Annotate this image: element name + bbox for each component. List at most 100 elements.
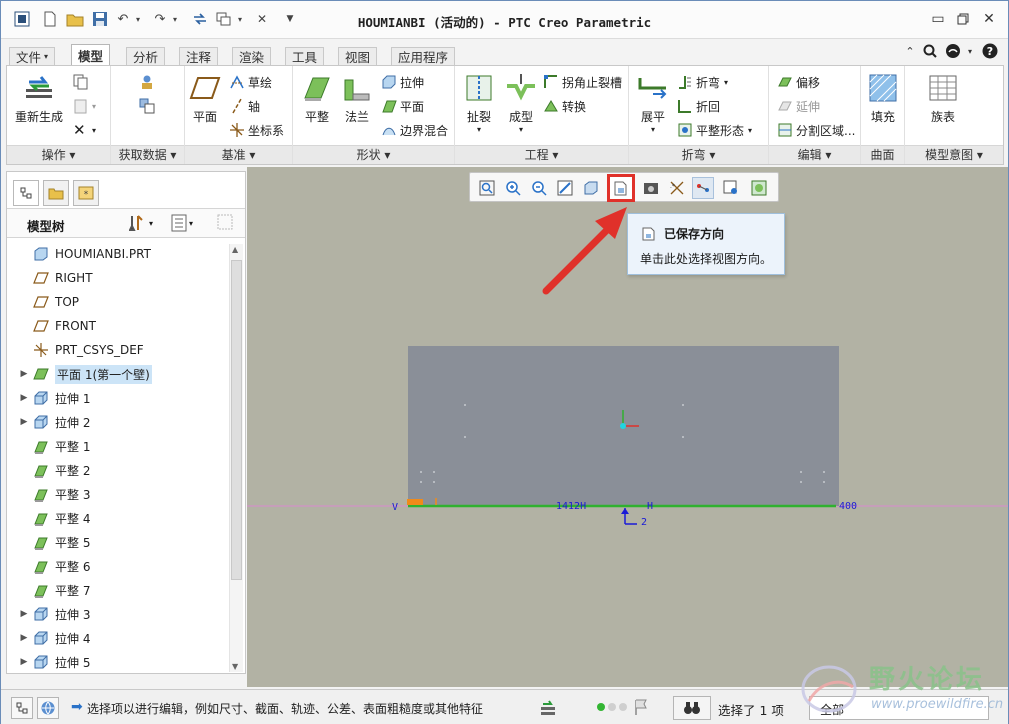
tree-item[interactable]: ▶ 拉伸 1 (19, 386, 90, 410)
group-label-datum[interactable]: 基准 ▾ (185, 145, 292, 164)
close-icon[interactable]: ✕ (978, 9, 1000, 29)
tree-item[interactable]: TOP (19, 290, 79, 314)
tree-item[interactable]: 平整 3 (19, 482, 90, 506)
user-defined-feature-button[interactable] (139, 72, 158, 92)
show-navigator-button[interactable] (11, 697, 33, 719)
find-button[interactable] (673, 696, 711, 720)
group-label-bends[interactable]: 折弯 ▾ (629, 145, 768, 164)
tree-item[interactable]: 平整 7 (19, 578, 90, 602)
tab-render[interactable]: 渲染 (232, 47, 272, 65)
tree-item[interactable]: ▶ 拉伸 2 (19, 410, 90, 434)
scroll-up-icon[interactable]: ▲ (232, 245, 238, 254)
annotation-display-button[interactable] (692, 177, 714, 199)
delete-button[interactable]: ✕ ▾ (73, 120, 96, 140)
group-label-operations[interactable]: 操作 ▾ (7, 145, 110, 164)
tab-applications[interactable]: 应用程序 (391, 47, 456, 65)
folder-browser-tab[interactable] (43, 180, 69, 206)
help-icon[interactable]: ? (979, 41, 1001, 61)
flat-pattern-button[interactable]: 平整形态 ▾ (677, 120, 752, 140)
expand-arrow-icon[interactable]: ▶ (19, 657, 29, 667)
minimize-ribbon-icon[interactable]: ⌃ (899, 41, 921, 61)
tree-item[interactable]: PRT_CSYS_DEF (19, 338, 144, 362)
csys-button[interactable]: 坐标系 (229, 120, 284, 140)
tab-model[interactable]: 模型 (71, 44, 111, 66)
tree-item[interactable]: 平整 6 (19, 554, 90, 578)
copy-geometry-button[interactable] (139, 96, 158, 116)
browser-button[interactable] (37, 697, 59, 719)
canvas-dimension-400[interactable]: 400 (839, 501, 857, 512)
tree-item[interactable]: HOUMIANBI.PRT (19, 242, 151, 266)
tree-item[interactable]: 平整 2 (19, 458, 90, 482)
refit-button[interactable] (476, 177, 498, 199)
tree-scrollbar[interactable]: ▲ ▼ (229, 244, 243, 672)
tab-file[interactable]: 文件 ▾ (9, 47, 56, 65)
fill-button[interactable]: 填充 (867, 72, 899, 125)
flat-button[interactable]: 平面 (381, 96, 424, 116)
extrude-button[interactable]: 拉伸 (381, 72, 424, 92)
tab-tools[interactable]: 工具 (285, 47, 325, 65)
rip-button[interactable]: 扯裂 ▾ (463, 72, 495, 134)
flag-icon[interactable] (633, 698, 649, 719)
tree-item[interactable]: ▶ 拉伸 3 (19, 602, 90, 626)
expand-arrow-icon[interactable]: ▶ (19, 369, 29, 379)
model-tree-tab[interactable] (13, 180, 39, 206)
tab-analysis[interactable]: 分析 (126, 47, 166, 65)
form-button[interactable]: 成型 ▾ (505, 72, 537, 134)
planar-button[interactable]: 平整 (301, 72, 333, 125)
split-area-button[interactable]: 分割区域... (777, 120, 855, 140)
scroll-thumb[interactable] (231, 260, 242, 580)
expand-arrow-icon[interactable]: ▶ (19, 609, 29, 619)
extend-button[interactable]: 延伸 (777, 96, 820, 116)
rendering-button[interactable] (748, 177, 770, 199)
tree-settings-button[interactable]: ▾ (129, 214, 153, 232)
tree-item[interactable]: ▶ 平面 1(第一个壁) (19, 362, 152, 386)
tree-item[interactable]: ▶ 拉伸 4 (19, 626, 90, 650)
datum-plane-button[interactable]: 平面 (189, 72, 221, 125)
axis-button[interactable]: 轴 (229, 96, 260, 116)
tree-item[interactable]: 平整 5 (19, 530, 90, 554)
canvas-dimension-1412h[interactable]: 1412H (556, 501, 586, 512)
minimize-icon[interactable]: ▭ (927, 9, 949, 29)
expand-arrow-icon[interactable]: ▶ (19, 417, 29, 427)
flange-button[interactable]: 法兰 (341, 72, 373, 125)
paste-button[interactable]: ▾ (73, 96, 96, 116)
copy-button[interactable] (73, 72, 92, 92)
tree-filter-button[interactable] (217, 214, 235, 235)
maximize-icon[interactable] (952, 9, 974, 29)
tree-item[interactable]: ▶ 拉伸 5 (19, 650, 90, 674)
community-dropdown-icon[interactable]: ▾ (959, 41, 981, 61)
group-label-engineering[interactable]: 工程 ▾ (455, 145, 628, 164)
zoom-in-button[interactable] (502, 177, 524, 199)
group-label-shapes[interactable]: 形状 ▾ (293, 145, 454, 164)
tree-item[interactable]: 平整 1 (19, 434, 90, 458)
group-label-editing[interactable]: 编辑 ▾ (769, 145, 860, 164)
tree-item[interactable]: 平整 4 (19, 506, 90, 530)
tree-item[interactable]: RIGHT (19, 266, 93, 290)
corner-relief-button[interactable]: 拐角止裂槽 (543, 72, 622, 92)
sketch-button[interactable]: 草绘 (229, 72, 272, 92)
offset-button[interactable]: 偏移 (777, 72, 820, 92)
tree-columns-button[interactable]: ▾ (171, 214, 193, 232)
family-table-button[interactable]: 族表 (927, 72, 959, 125)
boundary-blend-button[interactable]: 边界混合 (381, 120, 448, 140)
convert-button[interactable]: 转换 (543, 96, 586, 116)
regen-status-icon[interactable] (539, 698, 557, 719)
spin-center-button[interactable] (720, 177, 742, 199)
tree-item[interactable]: FRONT (19, 314, 96, 338)
datum-display-button[interactable]: .* (666, 177, 688, 199)
regenerate-button[interactable]: 重新生成 (15, 72, 63, 125)
unbend-button[interactable]: 展平 ▾ (637, 72, 669, 134)
group-label-get-data[interactable]: 获取数据 ▾ (111, 145, 184, 164)
bend-button[interactable]: 折弯 ▾ (677, 72, 728, 92)
sheetmetal-part[interactable] (408, 346, 839, 506)
bend-back-button[interactable]: 折回 (677, 96, 720, 116)
favorites-tab[interactable]: * (73, 180, 99, 206)
tab-annotate[interactable]: 注释 (179, 47, 219, 65)
expand-arrow-icon[interactable]: ▶ (19, 633, 29, 643)
group-label-model-intent[interactable]: 模型意图 ▾ (905, 145, 1003, 164)
search-icon[interactable] (919, 41, 941, 61)
selection-filter-dropdown[interactable]: 全部 (809, 696, 989, 720)
scroll-down-icon[interactable]: ▼ (232, 662, 238, 671)
expand-arrow-icon[interactable]: ▶ (19, 393, 29, 403)
tab-view[interactable]: 视图 (338, 47, 378, 65)
